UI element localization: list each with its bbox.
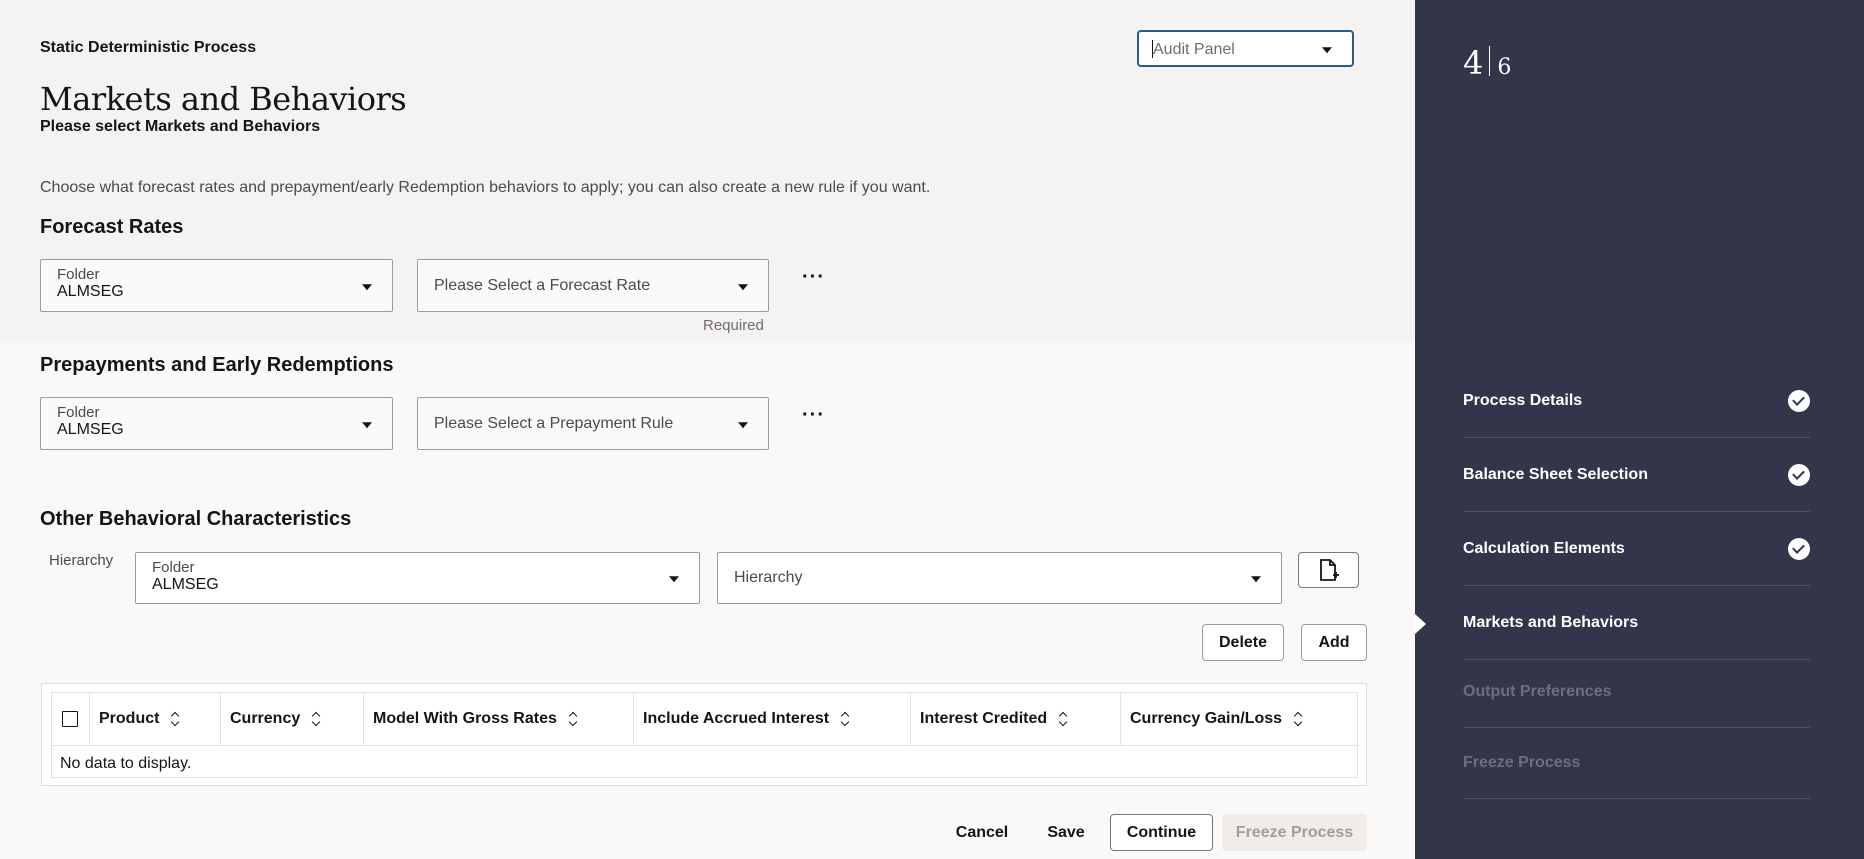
forecast-rate-placeholder: Please Select a Forecast Rate bbox=[434, 276, 651, 294]
step-calculation-elements[interactable]: Calculation Elements bbox=[1463, 512, 1810, 586]
step-label: Output Preferences bbox=[1463, 682, 1612, 700]
forecast-rate-select[interactable]: Please Select a Forecast Rate bbox=[417, 259, 769, 312]
folder-value: ALMSEG bbox=[152, 576, 219, 593]
sort-icon bbox=[1294, 712, 1304, 726]
main-panel: Static Deterministic Process Audit Panel… bbox=[0, 0, 1415, 859]
step-label: Balance Sheet Selection bbox=[1463, 465, 1648, 483]
hierarchy-placeholder: Hierarchy bbox=[734, 569, 803, 586]
new-document-icon bbox=[1320, 559, 1339, 581]
behaviors-table: Product Currency Model With Gross Rates … bbox=[41, 683, 1367, 786]
current-step-pointer-icon bbox=[1415, 614, 1426, 634]
step-label: Process Details bbox=[1463, 391, 1583, 409]
column-label: Product bbox=[99, 710, 160, 727]
hierarchy-select[interactable]: Hierarchy bbox=[717, 552, 1282, 604]
check-circle-icon bbox=[1788, 537, 1810, 560]
step-balance-sheet-selection[interactable]: Balance Sheet Selection bbox=[1463, 438, 1810, 512]
chevron-down-icon bbox=[738, 283, 748, 290]
column-header-currency-gain-loss[interactable]: Currency Gain/Loss bbox=[1121, 693, 1357, 745]
delete-button[interactable]: Delete bbox=[1202, 624, 1284, 661]
add-button[interactable]: Add bbox=[1301, 624, 1367, 661]
step-freeze-process: Freeze Process bbox=[1463, 727, 1810, 799]
forecast-more-options-icon[interactable]: ··· bbox=[802, 267, 825, 287]
forecast-rates-title: Forecast Rates bbox=[40, 216, 184, 238]
column-label: Currency bbox=[230, 710, 301, 727]
folder-label: Folder bbox=[57, 404, 100, 421]
sort-icon bbox=[841, 712, 851, 726]
chevron-down-icon bbox=[738, 421, 748, 428]
prepayment-folder-select[interactable]: Folder ALMSEG bbox=[40, 397, 393, 450]
step-process-details[interactable]: Process Details bbox=[1463, 364, 1810, 438]
prepayment-more-options-icon[interactable]: ··· bbox=[802, 405, 825, 425]
audit-panel-select[interactable]: Audit Panel bbox=[1137, 30, 1354, 67]
page-title: Markets and Behaviors bbox=[40, 80, 407, 118]
step-counter: 46 bbox=[1463, 44, 1511, 82]
step-output-preferences: Output Preferences bbox=[1463, 656, 1810, 728]
folder-value: ALMSEG bbox=[57, 283, 124, 300]
chevron-down-icon bbox=[362, 421, 372, 428]
hierarchy-label: Hierarchy bbox=[49, 552, 114, 569]
sort-icon bbox=[312, 712, 322, 726]
column-label: Model With Gross Rates bbox=[373, 710, 557, 727]
chevron-down-icon bbox=[669, 576, 679, 583]
column-label: Include Accrued Interest bbox=[643, 710, 830, 727]
folder-value: ALMSEG bbox=[57, 421, 124, 438]
freeze-process-button: Freeze Process bbox=[1222, 814, 1367, 851]
hierarchy-folder-select[interactable]: Folder ALMSEG bbox=[135, 552, 700, 604]
forecast-folder-select[interactable]: Folder ALMSEG bbox=[40, 259, 393, 312]
empty-table-message: No data to display. bbox=[60, 755, 192, 772]
column-header-currency[interactable]: Currency bbox=[221, 693, 364, 745]
current-step-number: 4 bbox=[1463, 44, 1484, 82]
new-document-button[interactable] bbox=[1298, 552, 1359, 588]
select-all-checkbox[interactable] bbox=[62, 711, 78, 727]
train-sidebar: 46 Process Details Balance Sheet Selecti… bbox=[1415, 0, 1864, 859]
column-header-accrued-interest[interactable]: Include Accrued Interest bbox=[634, 693, 911, 745]
check-circle-icon bbox=[1788, 463, 1810, 486]
other-behavioral-title: Other Behavioral Characteristics bbox=[40, 508, 352, 530]
divider bbox=[1489, 46, 1491, 76]
cancel-button[interactable]: Cancel bbox=[946, 814, 1018, 851]
sort-icon bbox=[1059, 712, 1069, 726]
table-header: Product Currency Model With Gross Rates … bbox=[52, 693, 1357, 746]
chevron-down-icon bbox=[1322, 46, 1332, 53]
column-header-model-gross-rates[interactable]: Model With Gross Rates bbox=[364, 693, 634, 745]
total-steps-number: 6 bbox=[1497, 55, 1512, 80]
column-label: Currency Gain/Loss bbox=[1130, 710, 1283, 727]
folder-label: Folder bbox=[152, 559, 195, 576]
page-description: Choose what forecast rates and prepaymen… bbox=[40, 179, 931, 196]
column-header-interest-credited[interactable]: Interest Credited bbox=[911, 693, 1121, 745]
prepayment-rule-select[interactable]: Please Select a Prepayment Rule bbox=[417, 397, 769, 450]
audit-panel-value: Audit Panel bbox=[1153, 41, 1235, 58]
step-label: Freeze Process bbox=[1463, 753, 1581, 771]
save-button[interactable]: Save bbox=[1036, 814, 1096, 851]
prepayment-rule-placeholder: Please Select a Prepayment Rule bbox=[434, 414, 674, 432]
select-all-cell bbox=[52, 693, 90, 745]
step-label: Markets and Behaviors bbox=[1463, 613, 1639, 631]
folder-label: Folder bbox=[57, 266, 100, 283]
process-label: Static Deterministic Process bbox=[40, 39, 257, 56]
table-grid: Product Currency Model With Gross Rates … bbox=[51, 692, 1358, 778]
continue-button[interactable]: Continue bbox=[1110, 814, 1213, 851]
column-label: Interest Credited bbox=[920, 710, 1048, 727]
chevron-down-icon bbox=[1251, 576, 1261, 583]
check-circle-icon bbox=[1788, 389, 1810, 412]
sort-icon bbox=[569, 712, 579, 726]
step-markets-and-behaviors[interactable]: Markets and Behaviors bbox=[1463, 586, 1810, 660]
chevron-down-icon bbox=[362, 283, 372, 290]
step-label: Calculation Elements bbox=[1463, 539, 1625, 557]
column-header-product[interactable]: Product bbox=[90, 693, 221, 745]
page-subtitle: Please select Markets and Behaviors bbox=[40, 118, 321, 135]
prepayments-title: Prepayments and Early Redemptions bbox=[40, 354, 394, 376]
sort-icon bbox=[171, 712, 181, 726]
required-message: Required bbox=[703, 317, 764, 334]
